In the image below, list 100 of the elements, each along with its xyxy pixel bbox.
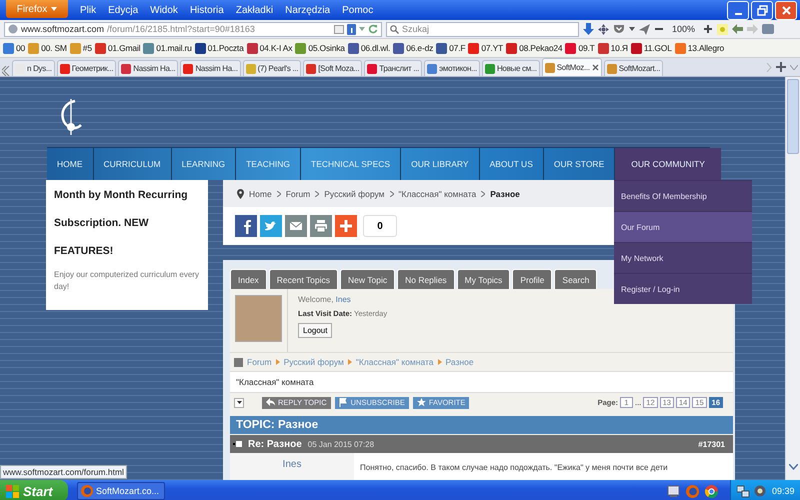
back-arrow-icon[interactable] xyxy=(732,24,744,34)
post-title: Re: Разное xyxy=(248,438,302,450)
collapse-button[interactable] xyxy=(234,398,244,408)
new-tab-icon[interactable] xyxy=(776,62,786,72)
network-icon[interactable] xyxy=(737,484,750,498)
bookmark[interactable]: 06.e-dz xyxy=(393,42,434,54)
bookmark[interactable]: 13.Allegro xyxy=(674,42,724,54)
download-icon[interactable] xyxy=(583,23,594,35)
bookmark[interactable]: 08.Pekao24 xyxy=(506,42,562,54)
bookmark[interactable]: 00. SM xyxy=(28,42,67,54)
browser-tab[interactable]: Nassim Ha... xyxy=(180,60,241,76)
dropdown-item[interactable]: Our Forum xyxy=(614,211,752,242)
browser-tab[interactable]: SoftMoz... xyxy=(542,58,602,76)
forum-path-link[interactable]: Русский форум xyxy=(284,357,344,367)
app-menu-button[interactable]: Firefox xyxy=(6,0,68,18)
scroll-left-icon[interactable] xyxy=(2,66,10,76)
desktop-icon[interactable] xyxy=(667,484,680,498)
browser-tab[interactable]: Новые см... xyxy=(482,60,540,76)
bookmark[interactable]: 05.Osinka xyxy=(295,42,345,54)
bookmark[interactable]: 09.T xyxy=(565,42,595,54)
breadcrumb-link[interactable]: Русский форум xyxy=(324,188,385,198)
pocket-icon[interactable] xyxy=(613,24,625,34)
browser-tab[interactable]: Геометрик... xyxy=(56,60,116,76)
search-icon xyxy=(390,24,399,34)
taskbar-window-button[interactable]: SoftMozart.co... xyxy=(77,482,165,500)
chrome-icon[interactable] xyxy=(705,484,718,498)
menu-item[interactable]: Pomoc xyxy=(342,4,374,16)
forum-path-link[interactable]: Разное xyxy=(446,357,474,367)
browser-icon[interactable] xyxy=(686,484,699,498)
bookmark[interactable]: 04.K-I Ax xyxy=(246,42,292,54)
forum-path-link[interactable]: Forum xyxy=(247,357,272,367)
bookmark[interactable]: 01.mail.ru xyxy=(143,42,192,54)
breadcrumb-current: Разное xyxy=(490,188,520,198)
address-field[interactable]: www.softmozart.com /forum/16/2185.html?start=90#18163 xyxy=(4,22,382,36)
browser-tab[interactable]: эмотикон... xyxy=(424,60,480,76)
share-button[interactable] xyxy=(335,215,357,237)
forum-tab[interactable]: Search xyxy=(554,269,598,289)
close-tab-icon[interactable] xyxy=(592,64,599,71)
reader-icon xyxy=(334,24,344,34)
menu-item[interactable]: Edycja xyxy=(108,4,138,16)
topic-header: TOPIC: Разное xyxy=(230,416,733,434)
breadcrumb-link[interactable]: Home xyxy=(249,188,272,198)
dropdown-item[interactable]: Register / Log-in xyxy=(614,273,752,304)
start-button[interactable]: Start xyxy=(0,480,68,500)
user-name-link[interactable]: Ines xyxy=(336,295,351,304)
flag-icon xyxy=(338,398,348,407)
close-button[interactable] xyxy=(775,0,797,20)
breadcrumb-link[interactable]: Forum xyxy=(286,188,310,198)
forum-path-link[interactable]: "Классная" комната xyxy=(356,357,434,367)
share-button[interactable] xyxy=(285,215,307,237)
bookmark[interactable]: 06.dl.wl. xyxy=(348,42,390,54)
chevron-icon xyxy=(390,190,394,196)
share-button[interactable] xyxy=(235,215,257,237)
nav-item[interactable]: OUR COMMUNITY xyxy=(615,148,721,180)
browser-tab[interactable]: Транслит ... xyxy=(364,60,422,76)
dropdown-icon[interactable] xyxy=(629,27,635,31)
menu-item[interactable]: Widok xyxy=(150,4,178,16)
breadcrumb-link[interactable]: "Классная" комната xyxy=(398,188,476,198)
forum-tab[interactable]: No Replies xyxy=(397,269,455,289)
forum-tab[interactable]: Recent Topics xyxy=(268,269,338,289)
menu-item[interactable]: Zakładki xyxy=(236,4,274,16)
browser-tab[interactable]: (7) Pearl's ... xyxy=(242,60,302,76)
share-button[interactable] xyxy=(260,215,282,237)
post-author[interactable]: Ines xyxy=(230,453,354,480)
paper-plane-icon[interactable] xyxy=(639,24,650,34)
share-button[interactable] xyxy=(310,215,332,237)
minimize-button[interactable] xyxy=(727,0,749,20)
menu-item[interactable]: Plik xyxy=(80,4,96,16)
bookmark[interactable]: 11.GOL xyxy=(630,42,672,54)
bookmark[interactable]: 10.Я xyxy=(598,42,628,54)
menu-item[interactable]: Narzędzia xyxy=(285,4,330,16)
logout-button[interactable]: Logout xyxy=(298,323,332,338)
tab-title: SoftMoz... xyxy=(556,63,590,72)
tab-title: n Dys... xyxy=(27,64,52,73)
zoom-in-icon[interactable] xyxy=(703,24,714,34)
bookmark[interactable]: 07.YT xyxy=(468,42,504,54)
restore-button[interactable] xyxy=(751,0,773,20)
bookmark[interactable]: 00 xyxy=(3,42,26,54)
browser-tab[interactable]: n Dys... xyxy=(12,60,55,76)
reload-icon[interactable] xyxy=(368,24,378,34)
browser-tab[interactable]: Nassim Ha... xyxy=(118,60,178,76)
scroll-down-icon[interactable] xyxy=(788,464,798,470)
forum-tab[interactable]: Index xyxy=(230,269,267,289)
scroll-thumb[interactable] xyxy=(787,79,799,154)
forum-tab[interactable]: My Topics xyxy=(456,269,510,289)
forum-tab[interactable]: Profile xyxy=(512,269,552,289)
browser-tab[interactable]: [Soft Moza... xyxy=(303,60,362,76)
search-field[interactable]: Szukaj xyxy=(386,22,579,36)
browser-tab[interactable]: SoftMozart... xyxy=(604,60,664,76)
bookmark[interactable]: 07.F xyxy=(436,42,466,54)
dropdown-item[interactable]: My Network xyxy=(614,242,752,273)
bookmark[interactable]: 01.Poczta xyxy=(194,42,244,54)
move-icon[interactable] xyxy=(598,24,609,34)
bookmark[interactable]: #5 xyxy=(70,42,92,54)
tab-title: (7) Pearl's ... xyxy=(258,64,298,73)
bookmark[interactable]: 01.Gmail xyxy=(94,42,140,54)
menu-item[interactable]: Historia xyxy=(190,4,224,16)
url-path: /forum/16/2185.html?start=90#18163 xyxy=(107,24,255,34)
forum-tab[interactable]: New Topic xyxy=(340,269,396,289)
post-number[interactable]: #17301 xyxy=(698,440,725,448)
